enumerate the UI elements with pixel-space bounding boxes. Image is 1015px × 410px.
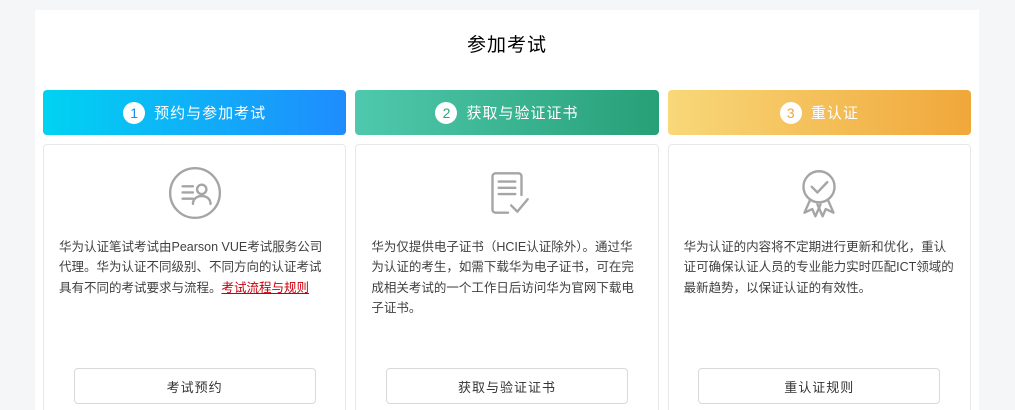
- certificate-document-icon: [371, 161, 642, 225]
- step-card-3: 华为认证的内容将不定期进行更新和优化，重认证可确保认证人员的专业能力实时匹配IC…: [667, 144, 971, 410]
- step-card-1: 华为认证笔试考试由Pearson VUE考试服务公司代理。华为认证不同级别、不同…: [43, 144, 347, 410]
- step-header-1: 1 预约与参加考试: [43, 90, 347, 135]
- step-description-3: 华为认证的内容将不定期进行更新和优化，重认证可确保认证人员的专业能力实时匹配IC…: [684, 237, 955, 298]
- contact-card-icon: [59, 161, 330, 225]
- page-title: 参加考试: [466, 35, 547, 56]
- step-header-3: 3 重认证: [667, 90, 971, 135]
- step-card-2: 华为仅提供电子证书（HCIE认证除外）。通过华为认证的考生，如需下载华为电子证书…: [355, 144, 659, 410]
- step-number-badge-3: 3: [779, 101, 802, 124]
- exam-booking-button[interactable]: 考试预约: [73, 368, 316, 404]
- medal-icon: [684, 161, 955, 225]
- step-number-badge-1: 1: [123, 101, 146, 124]
- step-description-2: 华为仅提供电子证书（HCIE认证除外）。通过华为认证的考生，如需下载华为电子证书…: [371, 237, 642, 318]
- step-column-2: 2 获取与验证证书 华为仅提供电子证书（HCIE认证除外）。通过华为认证的考生，…: [355, 90, 659, 410]
- recertification-rules-button[interactable]: 重认证规则: [698, 368, 941, 404]
- step-description-text-3: 华为认证的内容将不定期进行更新和优化，重认证可确保认证人员的专业能力实时匹配IC…: [683, 240, 954, 295]
- content-panel: 参加考试 1 预约与参加考试 华为认证笔试考试由Pearson VUE考试服务公…: [35, 10, 979, 410]
- step-header-label-1: 预约与参加考试: [154, 105, 267, 122]
- step-description-1: 华为认证笔试考试由Pearson VUE考试服务公司代理。华为认证不同级别、不同…: [59, 237, 330, 298]
- step-column-1: 1 预约与参加考试 华为认证笔试考试由Pearson VUE考试服务公司代理。华…: [43, 90, 347, 410]
- step-header-label-2: 获取与验证证书: [466, 105, 579, 122]
- exam-rules-link[interactable]: 考试流程与规则: [222, 281, 310, 295]
- step-description-text-2: 华为仅提供电子证书（HCIE认证除外）。通过华为认证的考生，如需下载华为电子证书…: [371, 240, 634, 315]
- step-number-badge-2: 2: [435, 101, 458, 124]
- get-verify-certificate-button[interactable]: 获取与验证证书: [385, 368, 628, 404]
- steps-grid: 1 预约与参加考试 华为认证笔试考试由Pearson VUE考试服务公司代理。华…: [35, 90, 979, 410]
- step-column-3: 3 重认证 华为认证的内容将不定期进行更新和优化，重认证可确保认证人员的专业能力…: [667, 90, 971, 410]
- step-header-2: 2 获取与验证证书: [355, 90, 659, 135]
- step-header-label-3: 重认证: [810, 105, 859, 122]
